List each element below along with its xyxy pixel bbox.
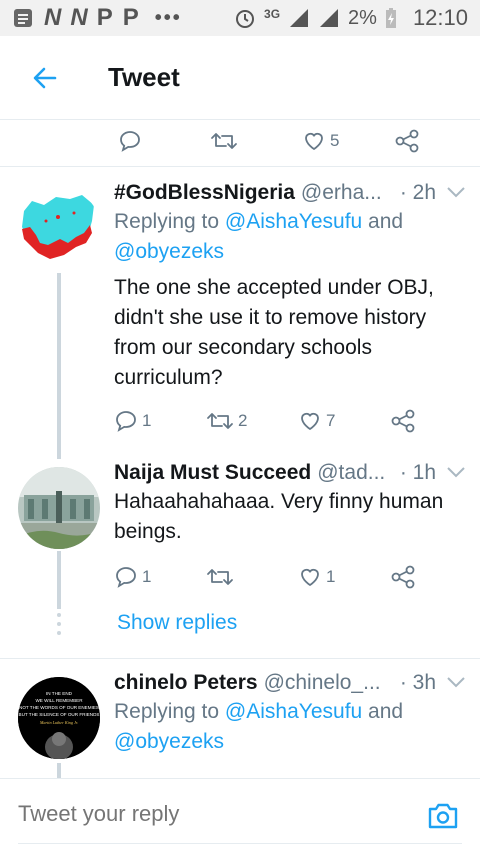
tweet-item[interactable]: Naija Must Succeed @tad... · 1h Hahaahah…	[0, 459, 480, 609]
alarm-icon	[236, 10, 255, 28]
heart-icon	[305, 132, 323, 151]
user-handle[interactable]: @erha...	[301, 181, 382, 205]
like-count: 7	[326, 411, 336, 430]
chevron-down-icon[interactable]	[446, 465, 466, 479]
reply-icon	[120, 131, 140, 152]
reply-count: 1	[142, 567, 152, 586]
thread-line	[57, 551, 61, 609]
share-icon	[391, 565, 415, 589]
show-replies-link[interactable]: Show replies	[117, 611, 237, 635]
share-button[interactable]	[390, 408, 416, 434]
parent-tweet-actions: 5	[0, 121, 480, 167]
battery-charging-icon	[385, 8, 396, 28]
network-type: 3G	[264, 7, 281, 21]
back-arrow-icon	[33, 67, 57, 88]
retweet-button[interactable]	[206, 565, 298, 589]
tweet-feed[interactable]: 5 #GodBlessNigeria @erha... · 2h Replyin…	[0, 121, 480, 778]
heart-icon	[301, 568, 319, 587]
app-header: Tweet	[0, 36, 480, 120]
page-title: Tweet	[108, 62, 180, 92]
retweet-button[interactable]: 2	[206, 409, 298, 433]
retweet-icon	[207, 569, 233, 585]
avatar[interactable]	[18, 187, 100, 269]
chevron-down-icon[interactable]	[446, 185, 466, 199]
mention-link[interactable]: @AishaYesufu	[225, 210, 362, 233]
signal-icon	[320, 9, 339, 27]
thread-line	[57, 273, 61, 459]
reply-button[interactable]: 1	[114, 565, 206, 589]
reply-button[interactable]	[118, 129, 210, 153]
display-name[interactable]: chinelo Peters	[114, 671, 258, 695]
reply-button[interactable]: 1	[114, 409, 206, 433]
tweet-item[interactable]: IN THE END WE WILL REMEMBER NOT THE WORD…	[0, 659, 480, 778]
notification-n-icon: N	[44, 4, 61, 31]
like-button[interactable]: 7	[298, 409, 390, 433]
like-count: 1	[326, 567, 336, 586]
message-icon	[14, 9, 32, 27]
camera-button[interactable]	[427, 801, 459, 836]
retweet-count: 2	[238, 411, 248, 430]
reply-composer	[0, 778, 480, 854]
like-count: 5	[330, 131, 340, 150]
heart-icon	[301, 412, 319, 431]
quote-avatar-image: IN THE END WE WILL REMEMBER NOT THE WORD…	[18, 677, 100, 759]
mention-link[interactable]: @obyezeks	[114, 240, 224, 263]
svg-text:NOT THE WORDS OF OUR ENEMIES: NOT THE WORDS OF OUR ENEMIES	[19, 705, 99, 710]
reply-input[interactable]	[18, 801, 398, 827]
building-avatar-image	[18, 467, 100, 549]
signal-icon	[290, 9, 309, 27]
reply-icon	[116, 411, 136, 432]
like-button[interactable]: 1	[298, 565, 390, 589]
svg-text:BUT THE SILENCE OF OUR FRIENDS: BUT THE SILENCE OF OUR FRIENDS	[19, 712, 100, 717]
camera-icon	[428, 803, 458, 829]
clock: 12:10	[412, 5, 468, 30]
share-icon	[391, 409, 415, 433]
timestamp: · 1h	[399, 461, 436, 484]
tweet-item[interactable]: #GodBlessNigeria @erha... · 2h Replying …	[0, 169, 480, 459]
share-button[interactable]	[394, 128, 420, 154]
mention-link[interactable]: @AishaYesufu	[225, 700, 362, 723]
notification-icons: N N P P •••	[12, 4, 182, 32]
user-handle[interactable]: @tad...	[317, 461, 385, 485]
reply-count: 1	[142, 411, 152, 430]
more-notifications-icon: •••	[154, 6, 182, 29]
replying-to: Replying to @AishaYesufu and @obyezeks	[114, 700, 404, 753]
timestamp: · 2h	[399, 181, 436, 204]
nigeria-map-avatar-image	[22, 195, 94, 259]
avatar[interactable]	[18, 467, 100, 549]
mention-link[interactable]: @obyezeks	[114, 730, 224, 753]
input-underline	[18, 843, 462, 844]
svg-text:IN THE END: IN THE END	[46, 691, 73, 696]
reply-icon	[116, 567, 136, 588]
retweet-icon	[211, 133, 237, 149]
avatar[interactable]: IN THE END WE WILL REMEMBER NOT THE WORD…	[18, 677, 100, 759]
svg-text:Martin Luther King Jr.: Martin Luther King Jr.	[39, 720, 78, 725]
notification-n-icon: N	[70, 4, 87, 31]
battery-level: 2%	[348, 6, 377, 29]
chevron-down-icon[interactable]	[446, 675, 466, 689]
replying-to: Replying to @AishaYesufu and @obyezeks	[114, 210, 404, 263]
thread-dots	[56, 613, 62, 635]
retweet-button[interactable]	[210, 129, 302, 153]
notification-p-icon: P	[122, 4, 139, 31]
retweet-icon	[207, 413, 233, 429]
like-button[interactable]: 5	[302, 129, 394, 153]
share-icon	[395, 129, 419, 153]
timestamp: · 3h	[399, 671, 436, 694]
svg-text:WE WILL REMEMBER: WE WILL REMEMBER	[35, 698, 83, 703]
tweet-text: The one she accepted under OBJ, didn't s…	[114, 276, 434, 389]
tweet-text: Hahaahahahaaa. Very finny human beings.	[114, 490, 444, 543]
thread-line	[57, 763, 61, 778]
back-button[interactable]	[0, 64, 90, 92]
display-name[interactable]: Naija Must Succeed	[114, 461, 311, 485]
share-button[interactable]	[390, 564, 416, 590]
user-handle[interactable]: @chinelo_...	[264, 671, 381, 695]
display-name[interactable]: #GodBlessNigeria	[114, 181, 295, 205]
notification-p-icon: P	[96, 4, 113, 31]
status-bar: N N P P ••• 3G 2% 12:10	[0, 0, 480, 36]
